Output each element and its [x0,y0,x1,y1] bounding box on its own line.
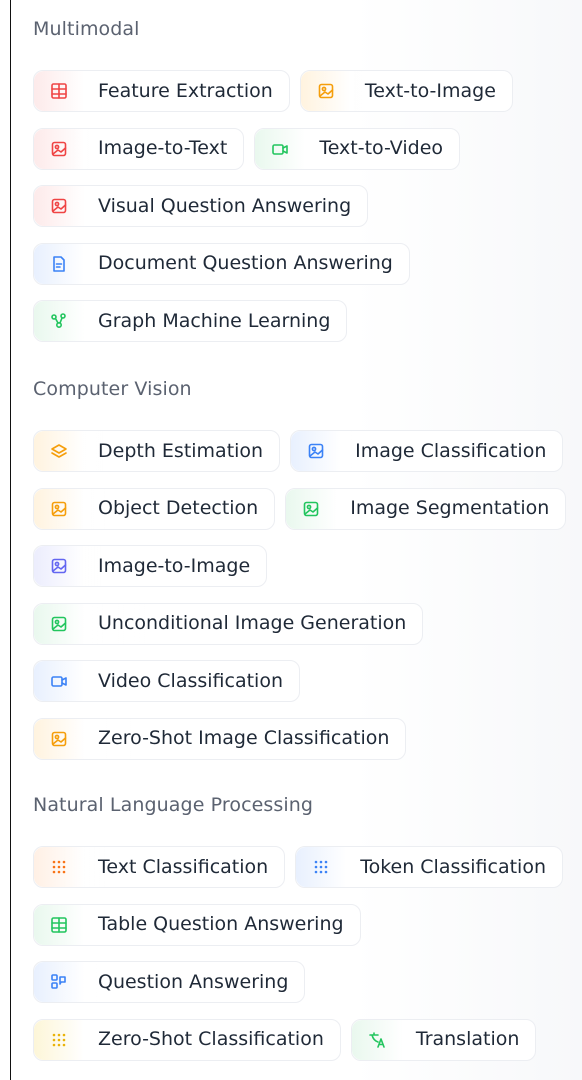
task-chip-visual-question-answering[interactable]: Visual Question Answering [33,185,369,227]
graph-icon [34,301,84,341]
task-chip-label: Text-to-Video [319,137,444,159]
video-icon [255,128,306,169]
layers-icon [34,431,84,471]
task-chip-label: Question Answering [98,970,289,993]
image-tag-icon [291,431,342,471]
task-chip-graph-machine-learning[interactable]: Graph Machine Learning [33,300,348,342]
zero-shot-image-icon [34,718,84,759]
task-row: Image-to-Image [33,545,268,587]
task-chip-unconditional-image-generation[interactable]: Unconditional Image Generation [33,602,424,645]
task-chip-label: Token Classification [360,855,547,878]
task-chip-token-classification[interactable]: Token Classification [295,846,564,888]
task-chip-image-to-text[interactable]: Image-to-Text [33,127,245,170]
task-chip-label: Graph Machine Learning [98,309,331,332]
detect-icon [34,488,84,529]
task-filter-panel: Multimodal Feature Extraction Text-to-Imag… [10,0,582,1080]
image-pen-icon [300,71,351,111]
task-chip-depth-estimation[interactable]: Depth Estimation [33,430,281,472]
document-icon [34,243,84,284]
video-tag-icon [34,661,84,701]
task-chip-label: Depth Estimation [98,439,264,462]
task-row: Text Classification Token Classification [33,846,564,888]
task-chip-label: Image-to-Image [98,554,251,577]
qa-icon [34,962,84,1002]
task-row: Table Question Answering [33,903,361,946]
task-row: Feature Extraction Text-to-Image [33,70,513,112]
task-chip-label: Document Question Answering [98,252,393,274]
task-row: Video Classification [33,660,300,702]
task-row: Zero-Shot Classification Translation [33,1018,537,1061]
task-chip-label: Zero-Shot Classification [98,1028,324,1050]
image-edit-icon [34,128,84,169]
frame-icon [34,186,84,226]
task-chip-image-segmentation[interactable]: Image Segmentation [285,487,567,530]
task-chip-label: Feature Extraction [98,79,273,102]
image-plus-icon [34,603,84,644]
task-chip-zero-shot-image-classification[interactable]: Zero-Shot Image Classification [33,717,407,760]
task-chip-image-to-image[interactable]: Image-to-Image [33,545,268,587]
task-chip-zero-shot-classification[interactable]: Zero-Shot Classification [33,1018,341,1061]
task-chip-label: Object Detection [98,497,259,519]
sparkle-grid-icon [34,1019,84,1060]
translate-icon [351,1019,402,1060]
task-row: Question Answering [33,961,306,1003]
task-chip-label: Translation [415,1028,520,1050]
task-chip-text-to-video[interactable]: Text-to-Video [254,127,461,170]
table-icon [34,904,84,945]
section-heading-natural-language-processing: Natural Language Processing [33,794,314,816]
image-icon [34,546,84,586]
section-heading-multimodal: Multimodal [33,18,140,40]
task-chip-label: Zero-Shot Image Classification [98,727,390,749]
task-chip-label: Text Classification [98,855,269,878]
task-chip-document-question-answering[interactable]: Document Question Answering [33,242,410,285]
task-chip-label: Unconditional Image Generation [98,612,407,634]
task-chip-video-classification[interactable]: Video Classification [33,660,300,702]
task-chip-translation[interactable]: Translation [350,1018,537,1061]
task-row: Unconditional Image Generation [33,602,424,645]
task-chip-label: Image Classification [355,439,547,462]
task-row: Depth Estimation Image Classification [33,430,564,472]
section-heading-computer-vision: Computer Vision [33,378,192,400]
task-chip-question-answering[interactable]: Question Answering [33,961,306,1003]
task-chip-label: Visual Question Answering [98,194,352,217]
task-chip-label: Image-to-Text [98,137,228,159]
task-row: Image-to-Text Text-to-Video [33,127,461,170]
task-chip-label: Table Question Answering [98,913,344,935]
task-chip-label: Video Classification [98,669,283,692]
task-chip-object-detection[interactable]: Object Detection [33,487,276,530]
task-row: Object Detection Image Segmentation [33,487,567,530]
segment-icon [286,488,337,529]
grid-table-icon [34,71,84,111]
task-row: Document Question Answering [33,242,410,285]
task-row: Zero-Shot Image Classification [33,717,407,760]
task-chip-label: Text-to-Image [364,79,496,102]
task-chip-text-to-image[interactable]: Text-to-Image [299,70,513,112]
task-row: Visual Question Answering [33,185,369,227]
token-icon [296,847,347,887]
task-chip-label: Image Segmentation [350,497,550,519]
task-chip-image-classification[interactable]: Image Classification [290,430,564,472]
task-chip-table-question-answering[interactable]: Table Question Answering [33,903,361,946]
task-chip-feature-extraction[interactable]: Feature Extraction [33,70,290,112]
task-row: Graph Machine Learning [33,300,348,342]
task-chip-text-classification[interactable]: Text Classification [33,846,286,888]
dots-text-icon [34,847,84,887]
